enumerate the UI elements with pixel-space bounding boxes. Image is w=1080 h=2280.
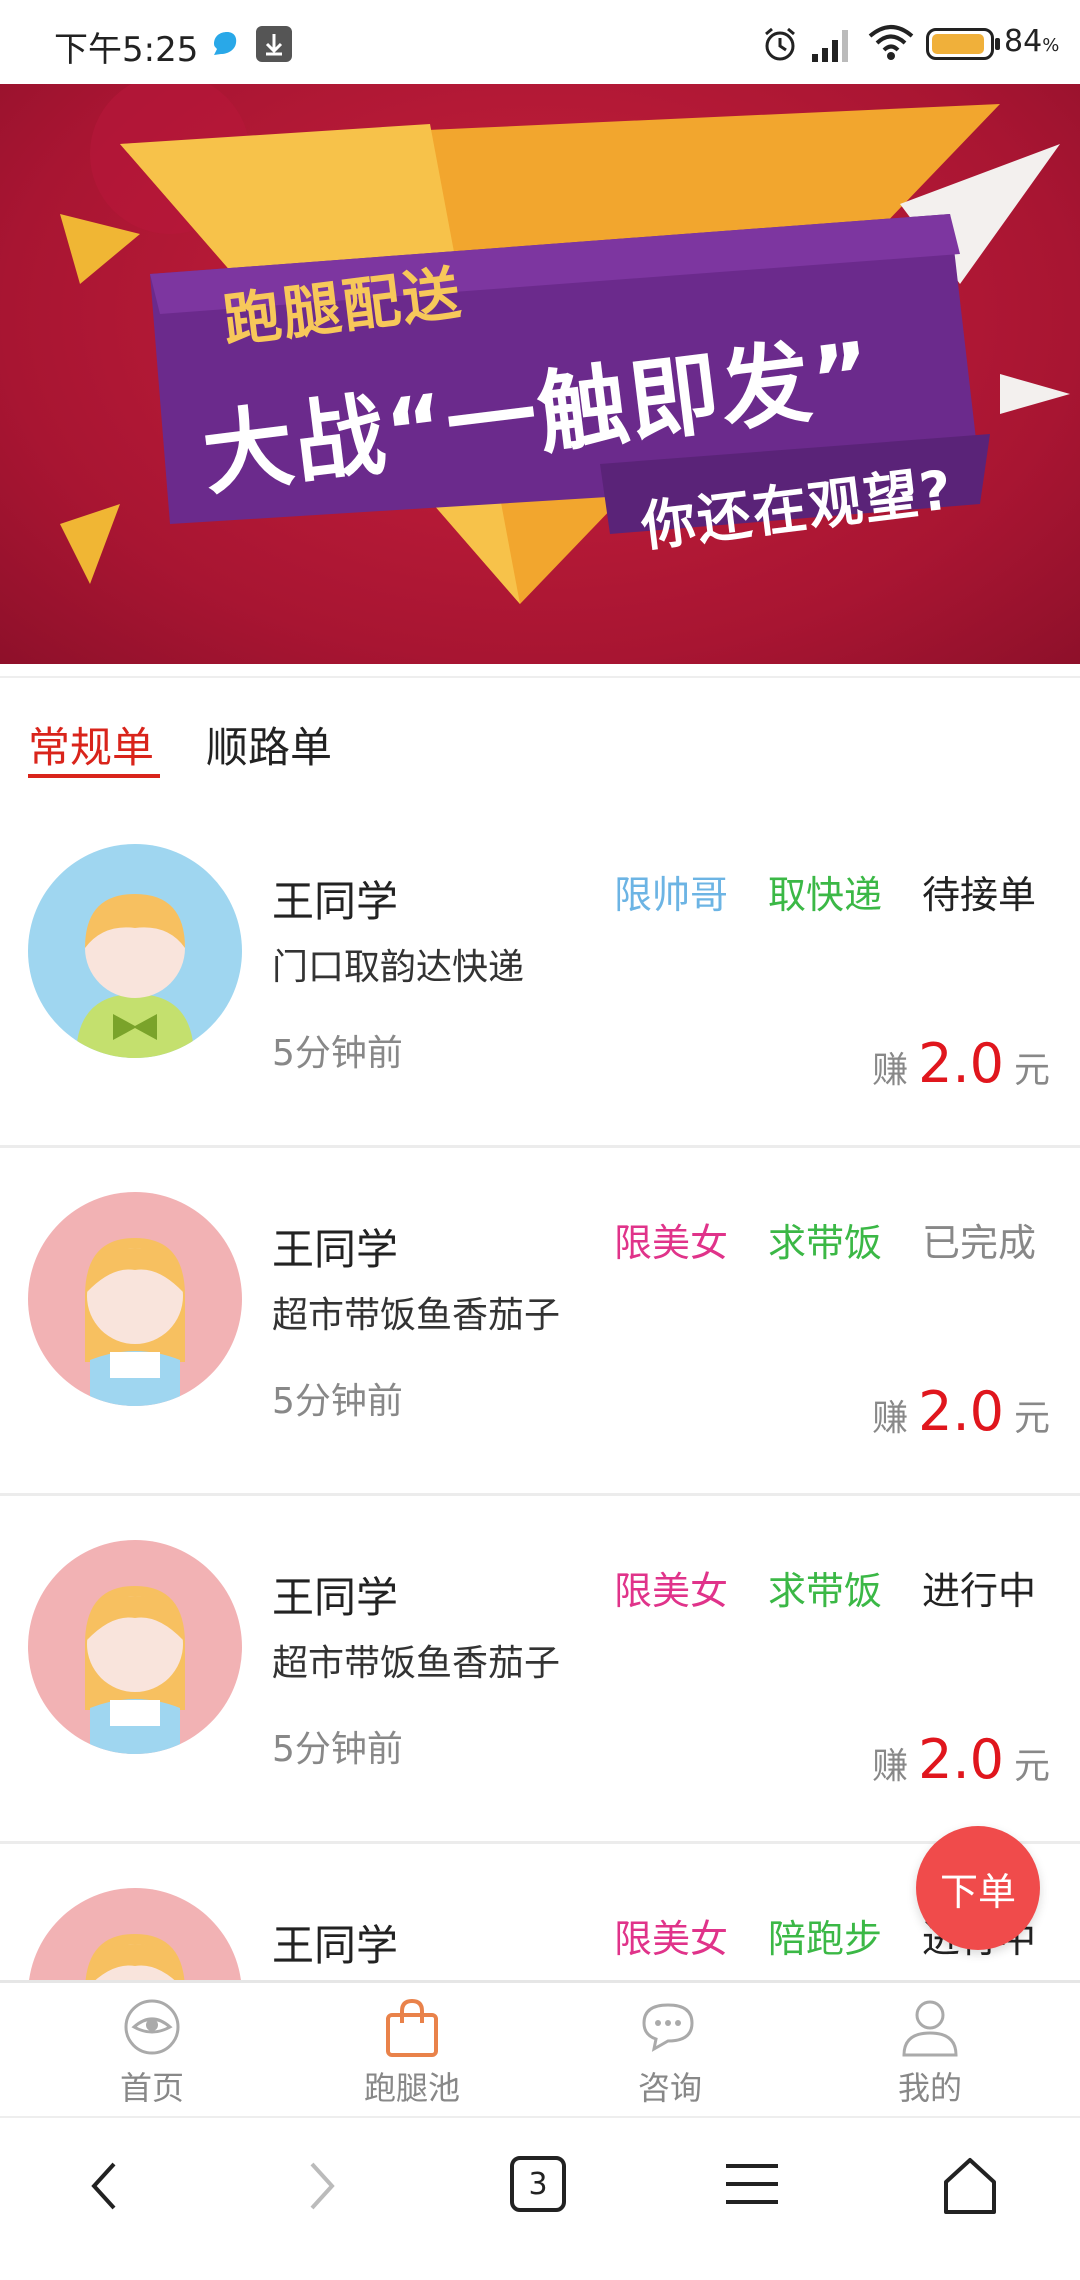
order-time: 5分钟前: [272, 1033, 403, 1074]
tabbar-errand-pool[interactable]: 跑腿池: [312, 1997, 512, 2109]
tabbar-consult-label: 咨询: [637, 2069, 702, 2107]
order-category-tag: 陪跑步: [768, 1917, 883, 1961]
order-user-name: 王同学: [272, 1225, 399, 1274]
tabbar-profile[interactable]: 我的: [830, 1997, 1030, 2109]
reward-amount: 2.0: [918, 1728, 1004, 1791]
order-type-tabs: 常规单 顺路单: [0, 676, 1080, 786]
order-description: 超市带饭鱼香茄子: [272, 1295, 561, 1336]
tabbar-consult[interactable]: 咨询: [570, 1997, 770, 2109]
reward-unit: 元: [1013, 1398, 1050, 1439]
person-icon: [902, 2000, 958, 2057]
home-icon[interactable]: [940, 2156, 1000, 2216]
battery-value: 84: [1004, 24, 1043, 59]
order-gender-tag: 限美女: [614, 1221, 729, 1265]
download-icon: [256, 26, 292, 62]
order-gender-tag: 限美女: [614, 1569, 729, 1613]
order-description: 门口取韵达快递: [272, 947, 525, 988]
boy-avatar-icon: [28, 844, 242, 1058]
order-gender-tag: 限帅哥: [614, 873, 729, 917]
order-time: 5分钟前: [272, 1381, 403, 1422]
battery-icon: [926, 28, 994, 60]
reward-prefix: 赚: [872, 1050, 909, 1091]
status-bar: 下午5:25 84%: [0, 0, 1080, 84]
order-card[interactable]: 王同学门口取韵达快递 5分钟前 限帅哥 取快递 待接单赚 2.0 元: [0, 800, 1080, 1148]
order-description: 超市带饭鱼香茄子: [272, 1643, 561, 1684]
place-order-fab: 下单: [916, 1826, 1080, 1950]
place-order-button[interactable]: 下单: [916, 1826, 1040, 1950]
tab-regular-orders[interactable]: 常规单: [28, 714, 154, 775]
browser-navigation-bar: 3: [0, 2116, 1080, 2280]
signal-icon: [812, 30, 848, 62]
reward-unit: 元: [1013, 1050, 1050, 1091]
order-category-tag: 求带饭: [768, 1569, 883, 1613]
reward-prefix: 赚: [872, 1398, 909, 1439]
shopping-bag-icon: [386, 1998, 438, 2057]
order-user-name: 王同学: [272, 1921, 399, 1970]
tabbar-home-label: 首页: [119, 2069, 184, 2107]
tab-count: 3: [528, 2166, 548, 2202]
eye-icon: [124, 1999, 180, 2055]
active-tab-indicator: [28, 774, 160, 778]
tab-route-orders[interactable]: 顺路单: [206, 714, 332, 775]
reward-prefix: 赚: [872, 1746, 909, 1787]
order-card[interactable]: 王同学超市带饭鱼香茄子 5分钟前 限美女 求带饭 进行中赚 2.0 元: [0, 1496, 1080, 1844]
forward-arrow-icon[interactable]: [302, 2156, 342, 2216]
order-category-tag: 求带饭: [768, 1221, 883, 1265]
order-status: 待接单: [922, 873, 1037, 917]
menu-icon[interactable]: [724, 2156, 780, 2212]
order-status: 进行中: [922, 1569, 1037, 1613]
wifi-icon: [868, 25, 914, 60]
reward-amount: 2.0: [918, 1032, 1004, 1095]
order-status: 已完成: [922, 1221, 1037, 1265]
bottom-tab-bar: 首页 跑腿池 咨询 我的: [0, 1980, 1080, 2116]
order-reward: 赚 2.0 元: [872, 1032, 1050, 1095]
tabbar-home[interactable]: 首页: [52, 1997, 252, 2109]
order-category-tag: 取快递: [768, 873, 883, 917]
order-reward: 赚 2.0 元: [872, 1728, 1050, 1791]
battery-percent: 84%: [1004, 24, 1059, 59]
app-bubble-icon: [214, 32, 237, 55]
reward-amount: 2.0: [918, 1380, 1004, 1443]
status-time: 下午5:25: [54, 30, 199, 70]
battery-tip: [995, 38, 1000, 50]
promo-banner[interactable]: 跑腿配送 大战“一触即发” 你还在观望?: [0, 84, 1080, 664]
order-user-name: 王同学: [272, 1573, 399, 1622]
order-card[interactable]: 王同学超市带饭鱼香茄子 5分钟前 限美女 求带饭 已完成赚 2.0 元: [0, 1148, 1080, 1496]
girl-avatar-icon: [28, 1540, 242, 1754]
chat-bubble-icon: [642, 2003, 694, 2052]
order-reward: 赚 2.0 元: [872, 1380, 1050, 1443]
reward-unit: 元: [1013, 1746, 1050, 1787]
girl-avatar-icon: [28, 1192, 242, 1406]
alarm-icon: [765, 27, 795, 61]
back-arrow-icon[interactable]: [84, 2156, 124, 2216]
browser-tabs-button[interactable]: 3: [510, 2156, 566, 2212]
order-gender-tag: 限美女: [614, 1917, 729, 1961]
order-time: 5分钟前: [272, 1729, 403, 1770]
tabbar-profile-label: 我的: [897, 2069, 962, 2107]
tabbar-errand-pool-label: 跑腿池: [363, 2069, 460, 2107]
order-user-name: 王同学: [272, 877, 399, 926]
battery-unit: %: [1042, 35, 1060, 56]
